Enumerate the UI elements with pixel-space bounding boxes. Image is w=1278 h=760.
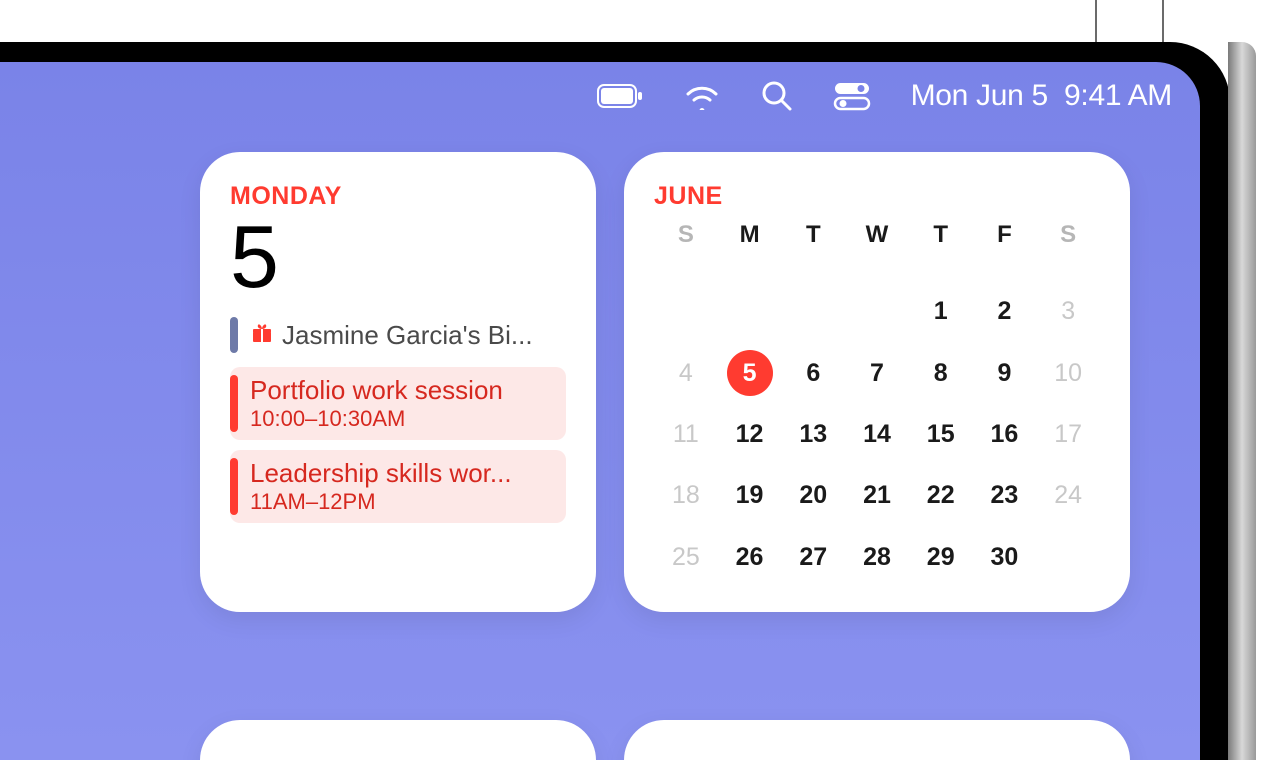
calendar-day[interactable]: 22 xyxy=(909,465,973,526)
event-item[interactable]: Jasmine Garcia's Bi... xyxy=(230,313,566,357)
widget-below[interactable] xyxy=(200,720,596,760)
device-edge xyxy=(1228,42,1256,760)
calendar-day[interactable]: 28 xyxy=(845,527,909,588)
birthday-icon xyxy=(250,321,274,350)
calendar-day[interactable]: 12 xyxy=(718,404,782,465)
calendar-day[interactable]: 10 xyxy=(1036,343,1100,404)
calendar-day[interactable]: 2 xyxy=(973,281,1037,342)
calendar-day[interactable]: 19 xyxy=(718,465,782,526)
event-time: 10:00–10:30AM xyxy=(250,406,503,432)
event-title: Jasmine Garcia's Bi... xyxy=(282,320,533,351)
wifi-icon[interactable] xyxy=(683,82,721,110)
event-title: Leadership skills wor... xyxy=(250,458,512,489)
calendar-day[interactable]: 1 xyxy=(909,281,973,342)
month-grid: SMTWTFS123456789101112131415161718192021… xyxy=(654,211,1100,588)
calendar-day[interactable]: 16 xyxy=(973,404,1037,465)
calendar-day[interactable]: 15 xyxy=(909,404,973,465)
search-icon[interactable] xyxy=(761,80,793,112)
calendar-day[interactable]: 7 xyxy=(845,343,909,404)
calendar-day xyxy=(845,281,909,342)
menu-bar: Mon Jun 5 9:41 AM xyxy=(0,62,1200,130)
calendar-day[interactable]: 23 xyxy=(973,465,1037,526)
calendar-day[interactable]: 3 xyxy=(1036,281,1100,342)
dow-label: M xyxy=(718,211,782,281)
calendar-day[interactable]: 21 xyxy=(845,465,909,526)
dow-label: T xyxy=(781,211,845,281)
event-time: 11AM–12PM xyxy=(250,489,512,515)
calendar-day[interactable]: 20 xyxy=(781,465,845,526)
menu-bar-datetime[interactable]: Mon Jun 5 9:41 AM xyxy=(911,79,1172,113)
calendar-day[interactable]: 24 xyxy=(1036,465,1100,526)
month-label: JUNE xyxy=(654,182,1100,211)
calendar-day[interactable]: 30 xyxy=(973,527,1037,588)
calendar-day xyxy=(781,281,845,342)
today-day-number: 5 xyxy=(230,213,566,301)
control-center-icon[interactable] xyxy=(833,81,871,111)
widgets-row: MONDAY 5 xyxy=(0,130,1200,612)
event-title: Portfolio work session xyxy=(250,375,503,406)
widget-below[interactable] xyxy=(624,720,1130,760)
calendar-day[interactable]: 13 xyxy=(781,404,845,465)
calendar-day[interactable]: 9 xyxy=(973,343,1037,404)
dow-label: S xyxy=(1036,211,1100,281)
event-item[interactable]: Leadership skills wor... 11AM–12PM xyxy=(230,450,566,523)
today-day-name: MONDAY xyxy=(230,182,566,211)
calendar-day xyxy=(718,281,782,342)
calendar-day[interactable]: 11 xyxy=(654,404,718,465)
calendar-day xyxy=(1036,527,1100,588)
dow-label: S xyxy=(654,211,718,281)
calendar-day[interactable]: 27 xyxy=(781,527,845,588)
event-color-bar xyxy=(230,375,238,432)
calendar-day[interactable]: 6 xyxy=(781,343,845,404)
event-color-bar xyxy=(230,458,238,515)
calendar-day[interactable]: 26 xyxy=(718,527,782,588)
calendar-today-widget[interactable]: MONDAY 5 xyxy=(200,152,596,612)
calendar-day[interactable]: 18 xyxy=(654,465,718,526)
calendar-month-widget[interactable]: JUNE SMTWTFS1234567891011121314151617181… xyxy=(624,152,1130,612)
calendar-day xyxy=(654,281,718,342)
calendar-day[interactable]: 4 xyxy=(654,343,718,404)
calendar-day[interactable]: 14 xyxy=(845,404,909,465)
event-item[interactable]: Portfolio work session 10:00–10:30AM xyxy=(230,367,566,440)
calendar-day[interactable]: 29 xyxy=(909,527,973,588)
dow-label: T xyxy=(909,211,973,281)
calendar-day[interactable]: 25 xyxy=(654,527,718,588)
desktop: Mon Jun 5 9:41 AM MONDAY 5 xyxy=(0,62,1200,760)
events-list: Jasmine Garcia's Bi... Portfolio work se… xyxy=(230,313,566,523)
calendar-day[interactable]: 5 xyxy=(718,343,782,404)
battery-icon[interactable] xyxy=(597,84,643,108)
calendar-day[interactable]: 8 xyxy=(909,343,973,404)
menu-bar-date: Mon Jun 5 xyxy=(911,79,1048,112)
calendar-day[interactable]: 17 xyxy=(1036,404,1100,465)
event-color-bar xyxy=(230,317,238,353)
menu-bar-time: 9:41 AM xyxy=(1064,79,1172,112)
dow-label: W xyxy=(845,211,909,281)
dow-label: F xyxy=(973,211,1037,281)
